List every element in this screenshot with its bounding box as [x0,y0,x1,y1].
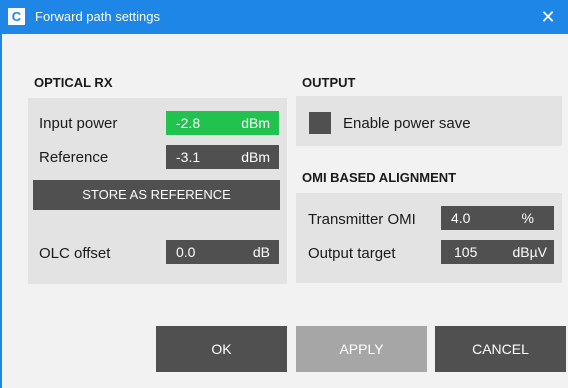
window-title: Forward path settings [35,9,161,24]
transmitter-omi-unit: % [521,210,534,226]
olc-offset-input[interactable]: 0.0 dB [166,240,279,264]
transmitter-omi-label: Transmitter OMI [308,211,416,228]
apply-button[interactable]: APPLY [296,326,427,372]
input-power-value: -2.8 [176,115,201,131]
output-target-label: Output target [308,245,396,262]
input-power-value-field: -2.8 dBm [166,111,279,135]
app-logo-icon: C [8,8,25,25]
ok-button[interactable]: OK [156,326,287,372]
output-header: OUTPUT [302,75,356,90]
window-border [0,34,2,388]
omi-alignment-header: OMI BASED ALIGNMENT [302,170,457,185]
reference-unit: dBm [241,149,270,165]
transmitter-omi-value: 4.0 [451,210,471,226]
title-bar: C Forward path settings ✕ [0,0,568,34]
store-as-reference-button[interactable]: STORE AS REFERENCE [33,180,280,210]
output-target-value: 105 [454,244,478,260]
input-power-unit: dBm [241,115,270,131]
reference-label: Reference [39,149,109,166]
cancel-button[interactable]: CANCEL [435,326,566,372]
olc-offset-unit: dB [252,244,270,260]
reference-value: -3.1 [176,149,201,165]
olc-offset-label: OLC offset [39,245,111,262]
output-target-unit: dBµV [512,244,547,260]
output-target-input[interactable]: 105 dBµV [441,240,554,264]
optical-rx-header: OPTICAL RX [34,75,113,90]
power-save-checkbox[interactable] [309,112,331,134]
transmitter-omi-input[interactable]: 4.0 % [441,206,554,230]
power-save-label: Enable power save [343,115,471,132]
input-power-label: Input power [39,115,118,132]
olc-offset-value: 0.0 [176,244,196,260]
close-button[interactable]: ✕ [528,0,568,34]
reference-value-field: -3.1 dBm [166,145,279,169]
